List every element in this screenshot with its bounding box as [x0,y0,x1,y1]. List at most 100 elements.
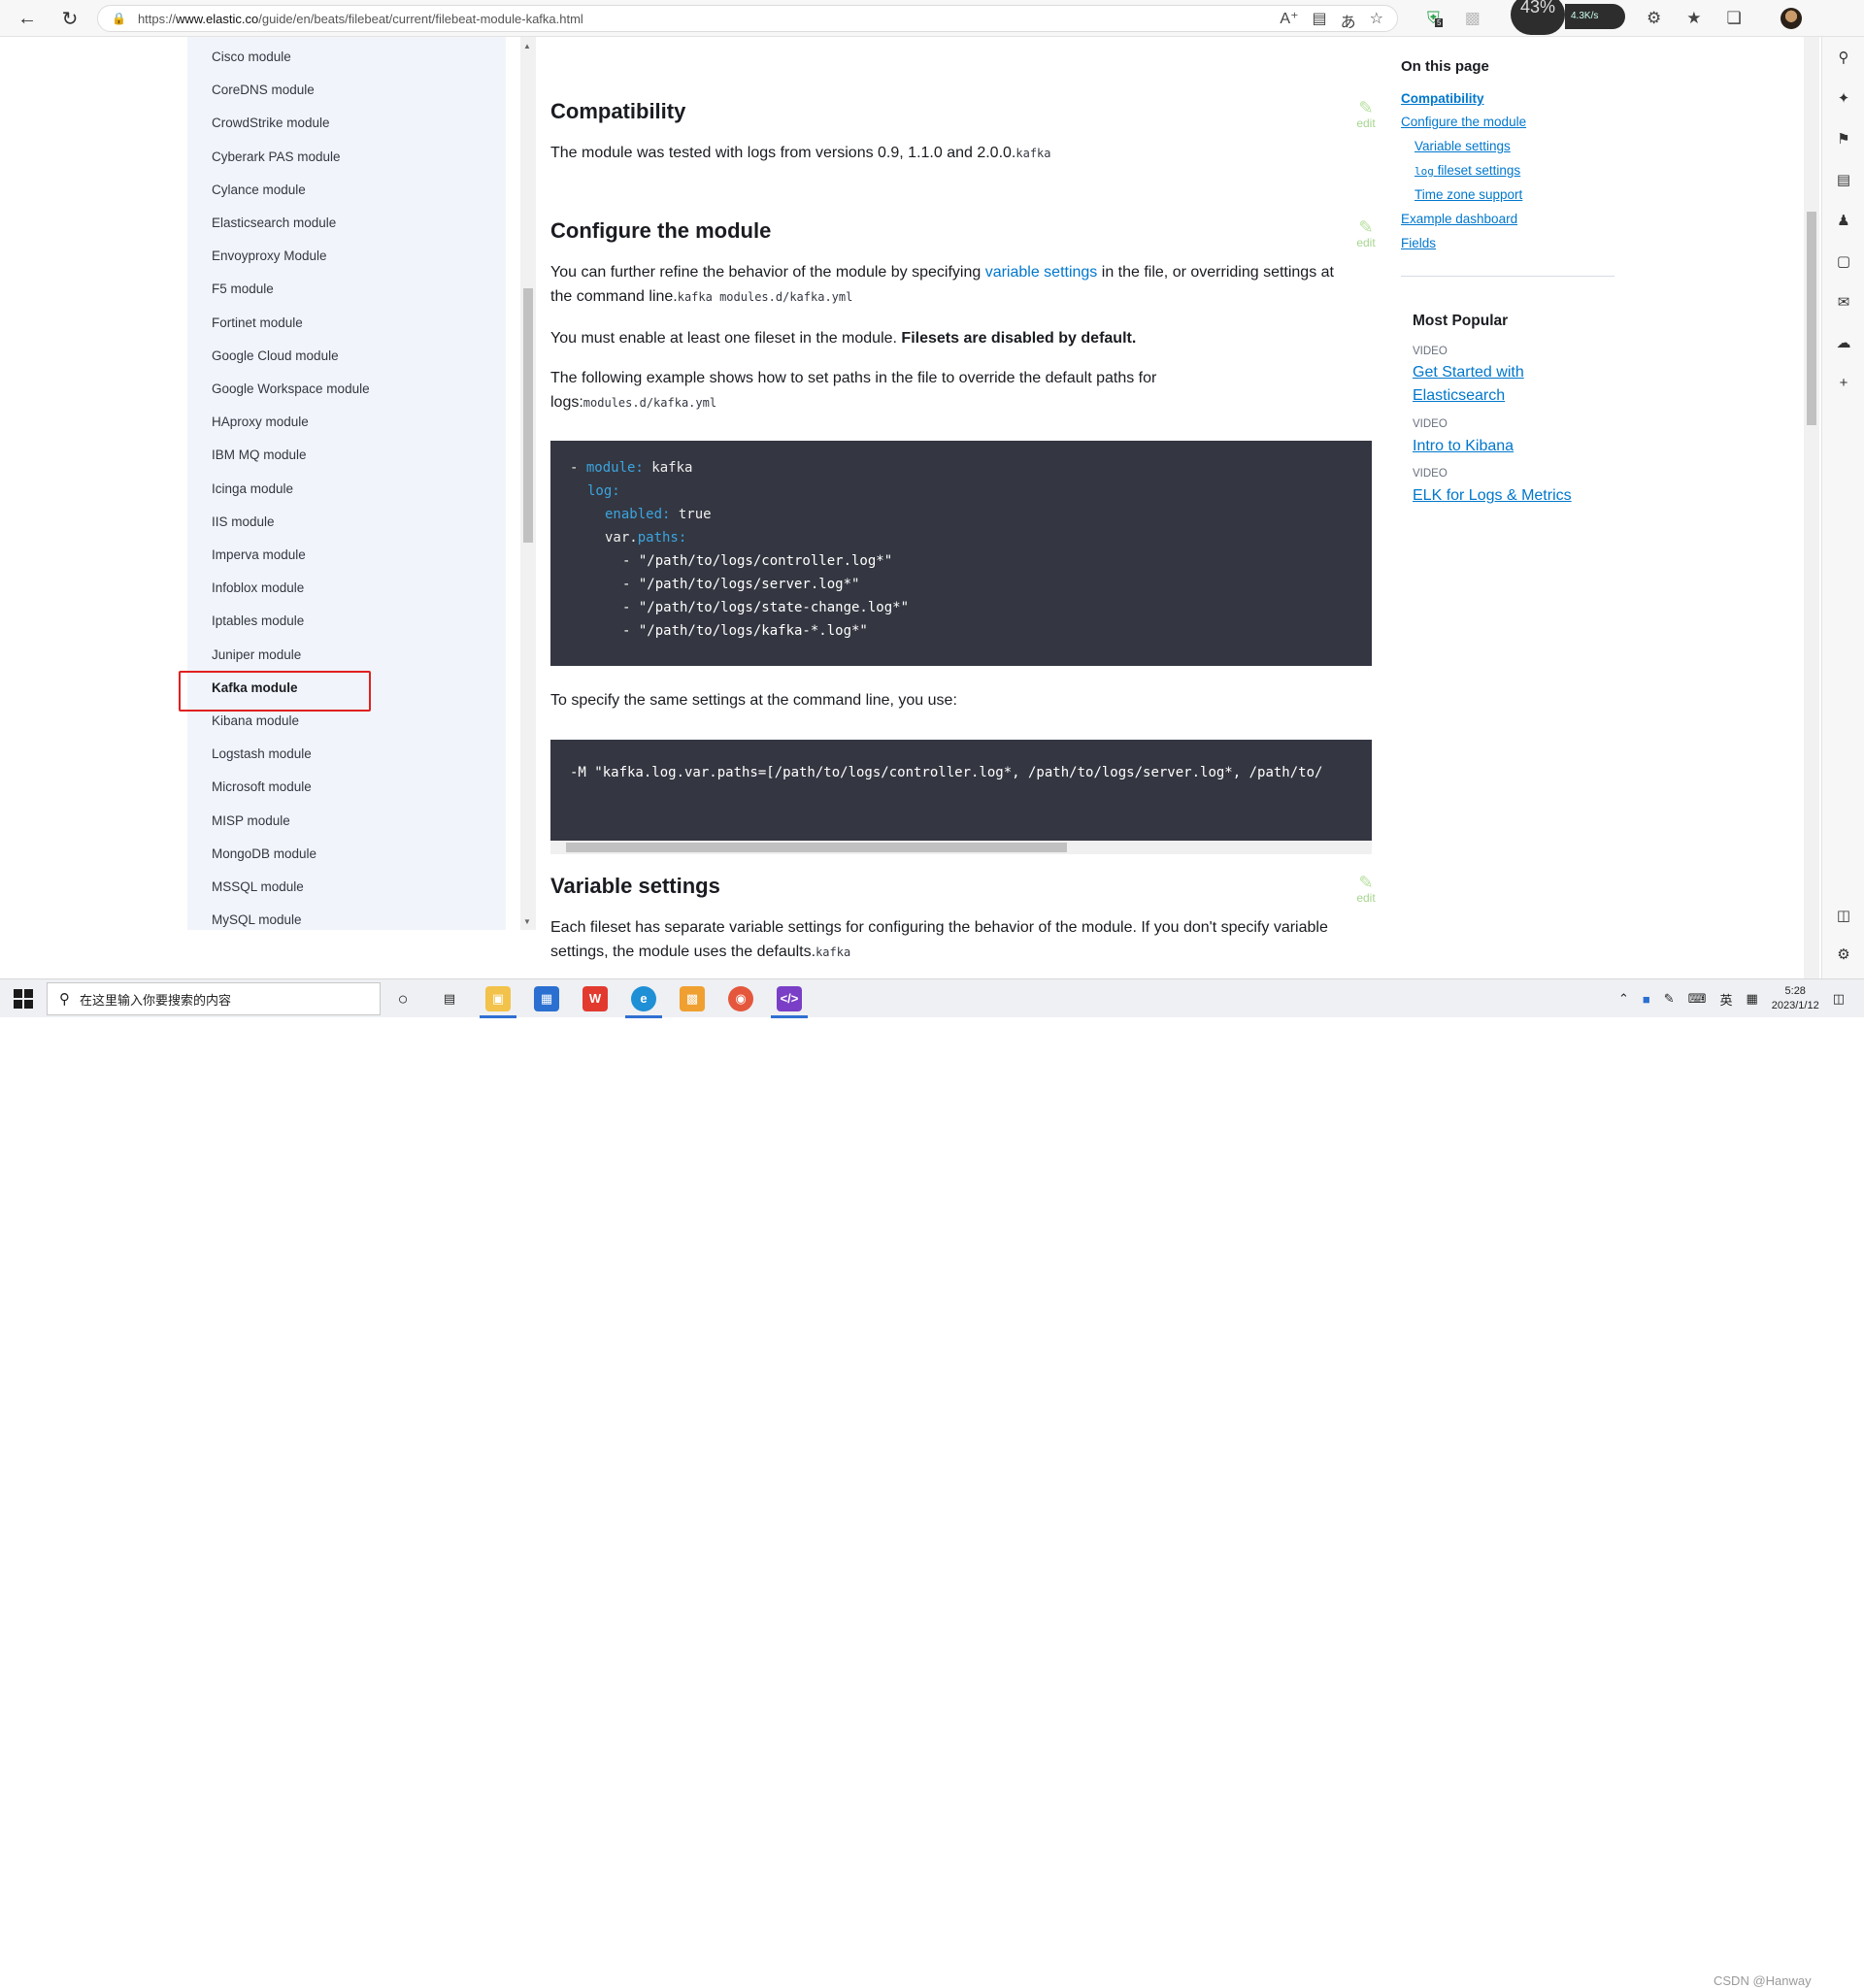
tray-chevron-icon[interactable]: ⌃ [1618,991,1629,1007]
compat-sentence: The module was tested with logs from ver… [550,145,1016,161]
leftnav-item[interactable]: Kibana module [212,713,299,728]
clock[interactable]: 5:28 2023/1/12 [1772,984,1819,1013]
page-scroll-thumb[interactable] [1807,212,1816,425]
back-icon[interactable]: ← [10,1,45,36]
code-scroll-thumb[interactable] [566,843,1067,852]
leftnav-item[interactable]: CrowdStrike module [212,116,330,130]
store-icon[interactable]: ▦ [534,986,559,1011]
edit-link-compatibility[interactable]: ✎ edit [1347,99,1385,130]
task-view-icon[interactable]: ▤ [437,986,462,1011]
toc-link-compatibility[interactable]: Compatibility [1401,91,1484,106]
keyboard-icon[interactable]: ⌨ [1688,991,1707,1007]
office-icon[interactable]: ▢ [1834,252,1853,272]
tag-icon[interactable]: ⚑ [1834,130,1853,149]
address-bar[interactable]: 🔒 https://www.elastic.co/guide/en/beats/… [97,5,1398,32]
leftnav-scroll-thumb[interactable] [523,288,533,543]
highlight-annotation-box [179,671,371,712]
leftnav-item[interactable]: MongoDB module [212,846,316,861]
leftnav-item[interactable]: Fortinet module [212,315,303,330]
sidebar-toggle-icon[interactable]: ◫ [1834,907,1853,926]
code-horizontal-scrollbar[interactable] [550,841,1372,854]
games-icon[interactable]: ♟ [1834,212,1853,231]
popular-link-kibana[interactable]: Intro to Kibana [1413,435,1607,458]
reader-view-icon[interactable]: ▤ [1313,9,1327,32]
extensions-icon[interactable]: ⚙ [1647,9,1661,28]
toc-link-configure[interactable]: Configure the module [1401,115,1526,129]
refresh-icon[interactable]: ↻ [52,1,87,36]
toc-link-fields[interactable]: Fields [1401,236,1436,250]
profile-avatar[interactable] [1781,8,1802,29]
windows-start-icon[interactable] [14,989,33,1009]
pen-icon[interactable]: ✎ [1664,991,1675,1007]
leftnav-item[interactable]: Juniper module [212,647,301,662]
search-placeholder: 在这里输入你要搜索的内容 [80,992,232,1008]
edge-icon[interactable]: e [625,986,662,1018]
edit-link-configure[interactable]: ✎ edit [1347,218,1385,249]
taskbar-search-input[interactable]: ⚲ 在这里输入你要搜索的内容 [47,982,381,1015]
leftnav-item[interactable]: IBM MQ module [212,447,307,462]
code-editor-icon[interactable]: </> [771,986,808,1018]
cortana-icon[interactable]: ○ [390,986,416,1011]
leftnav-item[interactable]: Cyberark PAS module [212,149,341,164]
configure-paragraph-2: You must enable at least one fileset in … [550,326,1327,350]
add-icon[interactable]: + [1834,375,1853,394]
extension-shield-icon[interactable]: ⛨ 5 [1427,9,1444,28]
favorite-star-icon[interactable]: ☆ [1370,9,1383,32]
cloud-icon[interactable]: ☁ [1834,334,1853,353]
search-icon[interactable]: ⚲ [1834,49,1853,68]
outlook-icon[interactable]: ✉ [1834,293,1853,313]
ime-indicator[interactable]: 英 [1719,990,1732,1009]
wps-icon[interactable]: W [582,986,608,1011]
app-icon[interactable]: ▩ [680,986,705,1011]
leftnav-item[interactable]: Elasticsearch module [212,215,336,230]
tray-app-icon[interactable]: ■ [1643,992,1650,1007]
leftnav-item[interactable]: MISP module [212,813,290,828]
notification-icon[interactable]: ◫ [1833,991,1845,1007]
grid-icon[interactable]: ▦ [1746,991,1757,1007]
page-scrollbar[interactable] [1804,37,1819,978]
window-icon[interactable]: ▩ [1465,9,1481,28]
favorites-icon[interactable]: ★ [1686,9,1701,28]
popular-link-elk[interactable]: ELK for Logs & Metrics [1413,484,1607,508]
leftnav-item[interactable]: MySQL module [212,912,302,927]
toc-link-dashboard[interactable]: Example dashboard [1401,212,1517,226]
leftnav-item[interactable]: Cylance module [212,182,306,197]
toc-link-timezone[interactable]: Time zone support [1415,187,1522,202]
translate-icon[interactable]: あ [1341,9,1356,32]
sparkle-icon[interactable]: ✦ [1834,89,1853,109]
leftnav-item[interactable]: Logstash module [212,746,312,761]
code-line: var.paths: [605,530,687,546]
configure-paragraph-3: The following example shows how to set p… [550,366,1249,415]
leftnav-item[interactable]: CoreDNS module [212,83,315,97]
toolbox-icon[interactable]: ▤ [1834,171,1853,190]
browser-app-icon[interactable]: ◉ [728,986,753,1011]
scroll-up-arrow[interactable]: ▲ [523,42,531,50]
leftnav-item[interactable]: Iptables module [212,613,304,628]
collections-icon[interactable]: ❏ [1727,9,1742,28]
leftnav-item[interactable]: HAproxy module [212,414,309,429]
leftnav-item[interactable]: Imperva module [212,547,306,562]
leftnav-item[interactable]: Google Workspace module [212,381,370,396]
leftnav-item[interactable]: Google Cloud module [212,348,339,363]
leftnav-item[interactable]: Cisco module [212,50,291,64]
toc-link-variable-settings[interactable]: Variable settings [1415,139,1511,153]
edit-link-variables[interactable]: ✎ edit [1347,874,1385,905]
file-explorer-icon[interactable]: ▣ [480,986,516,1018]
scroll-down-arrow[interactable]: ▼ [523,917,531,926]
left-navigation: Cisco module CoreDNS module CrowdStrike mo… [187,37,506,930]
command-code-block: -M "kafka.log.var.paths=[/path/to/logs/c… [550,740,1372,841]
leftnav-item[interactable]: F5 module [212,282,274,296]
variable-settings-link[interactable]: variable settings [985,264,1098,281]
leftnav-item[interactable]: Icinga module [212,481,293,496]
leftnav-item[interactable]: IIS module [212,514,275,529]
leftnav-item[interactable]: MSSQL module [212,879,304,894]
leftnav-item[interactable]: Microsoft module [212,779,312,794]
toc-link-log-fileset[interactable]: log fileset settings [1415,163,1520,178]
popular-link-get-started[interactable]: Get Started with Elasticsearch [1413,361,1607,408]
read-aloud-icon[interactable]: A⁺ [1280,9,1298,32]
leftnav-item[interactable]: Envoyproxy Module [212,248,327,263]
settings-gear-icon[interactable]: ⚙ [1834,945,1853,965]
pencil-icon: ✎ [1358,873,1374,892]
leftnav-item[interactable]: Infoblox module [212,580,304,595]
code-line: log: [587,483,620,499]
